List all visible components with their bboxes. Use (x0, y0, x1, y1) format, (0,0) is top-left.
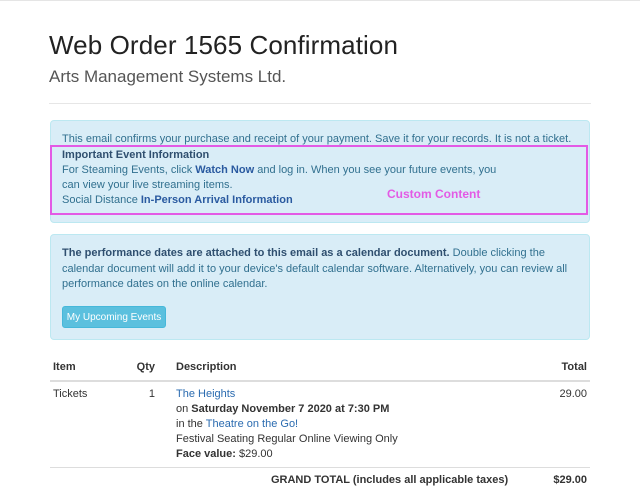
table-row: Tickets 1 The Heights on Saturday Novemb… (50, 381, 590, 468)
header-divider (49, 103, 591, 104)
event-info-heading: Important Event Information (62, 149, 210, 161)
page-title: Web Order 1565 Confirmation (49, 30, 399, 60)
row-qty: 1 (118, 381, 173, 468)
calendar-panel: The performance dates are attached to th… (50, 234, 590, 340)
grand-total-label: GRAND TOTAL (includes all applicable tax… (270, 474, 509, 486)
arrival-info-line: Social Distance In-Person Arrival Inform… (62, 193, 293, 208)
event-date: Saturday November 7 2020 at 7:30 PM (191, 403, 390, 415)
grand-total-row: GRAND TOTAL (includes all applicable tax… (50, 468, 590, 494)
row-description: The Heights on Saturday November 7 2020 … (173, 381, 529, 468)
social-distance-prefix: Social Distance (62, 194, 141, 206)
notice-panel: This email confirms your purchase and re… (50, 120, 590, 223)
header-description: Description (173, 355, 529, 382)
venue-link[interactable]: Theatre on the Go! (206, 418, 298, 430)
header-qty: Qty (118, 355, 173, 382)
header-item: Item (50, 355, 118, 382)
top-rule (0, 0, 640, 1)
on-prefix: on (176, 403, 192, 415)
streaming-prefix: For Steaming Events, click (62, 164, 196, 176)
calendar-bold-text: The performance dates are attached to th… (62, 247, 450, 259)
arrival-info-link[interactable]: In-Person Arrival Information (141, 194, 293, 206)
custom-content-label: Custom Content (387, 187, 481, 201)
company-name: Arts Management Systems Ltd. (49, 67, 287, 86)
grand-total-value: $29.00 (553, 474, 587, 486)
confirmation-page: Web Order 1565 Confirmation Arts Managem… (0, 0, 640, 499)
calendar-text: The performance dates are attached to th… (62, 246, 580, 293)
seating-info: Festival Seating Regular Online Viewing … (176, 433, 398, 445)
row-total: 29.00 (528, 381, 590, 468)
face-value-label: Face value: (176, 448, 236, 460)
watch-now-link[interactable]: Watch Now (195, 164, 254, 176)
row-item: Tickets (50, 381, 118, 468)
header-total: Total (528, 355, 590, 382)
in-prefix: in the (176, 418, 206, 430)
order-table: Item Qty Description Total Tickets 1 The… (50, 355, 590, 493)
table-header-row: Item Qty Description Total (50, 355, 590, 382)
my-upcoming-events-button[interactable]: My Upcoming Events (62, 306, 166, 328)
face-value: $29.00 (235, 448, 273, 460)
event-link[interactable]: The Heights (176, 388, 235, 400)
